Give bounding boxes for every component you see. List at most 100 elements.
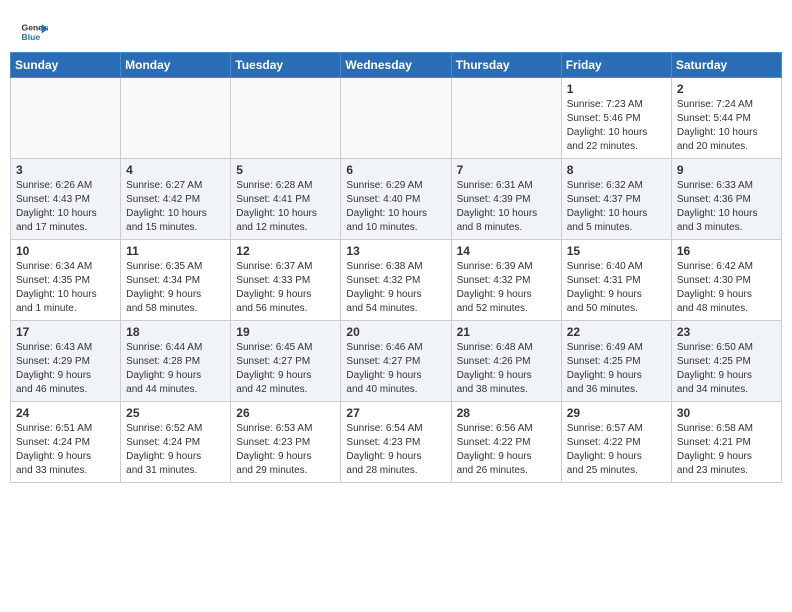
day-info: Sunrise: 6:49 AM Sunset: 4:25 PM Dayligh… (567, 341, 666, 397)
day-number: 8 (567, 163, 666, 177)
day-info: Sunrise: 6:42 AM Sunset: 4:30 PM Dayligh… (677, 260, 776, 316)
day-number: 5 (236, 163, 335, 177)
day-info: Sunrise: 6:40 AM Sunset: 4:31 PM Dayligh… (567, 260, 666, 316)
weekday-header-wednesday: Wednesday (341, 53, 451, 78)
calendar-table: SundayMondayTuesdayWednesdayThursdayFrid… (10, 52, 782, 483)
calendar-cell: 16 Sunrise: 6:42 AM Sunset: 4:30 PM Dayli… (671, 240, 781, 321)
week-row-1: 1 Sunrise: 7:23 AM Sunset: 5:46 PM Daylig… (11, 78, 782, 159)
day-number: 24 (16, 406, 115, 420)
day-info: Sunrise: 6:43 AM Sunset: 4:29 PM Dayligh… (16, 341, 115, 397)
day-info: Sunrise: 6:53 AM Sunset: 4:23 PM Dayligh… (236, 422, 335, 478)
calendar-cell: 19 Sunrise: 6:45 AM Sunset: 4:27 PM Dayli… (231, 321, 341, 402)
day-info: Sunrise: 6:54 AM Sunset: 4:23 PM Dayligh… (346, 422, 445, 478)
calendar-cell: 28 Sunrise: 6:56 AM Sunset: 4:22 PM Dayli… (451, 402, 561, 483)
day-info: Sunrise: 6:46 AM Sunset: 4:27 PM Dayligh… (346, 341, 445, 397)
day-number: 15 (567, 244, 666, 258)
logo-icon: General Blue (20, 18, 48, 46)
day-info: Sunrise: 6:51 AM Sunset: 4:24 PM Dayligh… (16, 422, 115, 478)
calendar-cell (11, 78, 121, 159)
logo: General Blue (20, 18, 48, 46)
calendar-cell: 4 Sunrise: 6:27 AM Sunset: 4:42 PM Daylig… (121, 159, 231, 240)
calendar-cell: 22 Sunrise: 6:49 AM Sunset: 4:25 PM Dayli… (561, 321, 671, 402)
week-row-2: 3 Sunrise: 6:26 AM Sunset: 4:43 PM Daylig… (11, 159, 782, 240)
weekday-header-sunday: Sunday (11, 53, 121, 78)
day-number: 12 (236, 244, 335, 258)
calendar-cell (121, 78, 231, 159)
day-number: 21 (457, 325, 556, 339)
weekday-header-saturday: Saturday (671, 53, 781, 78)
calendar-cell: 5 Sunrise: 6:28 AM Sunset: 4:41 PM Daylig… (231, 159, 341, 240)
day-number: 25 (126, 406, 225, 420)
day-info: Sunrise: 6:44 AM Sunset: 4:28 PM Dayligh… (126, 341, 225, 397)
day-info: Sunrise: 6:26 AM Sunset: 4:43 PM Dayligh… (16, 179, 115, 235)
day-info: Sunrise: 7:24 AM Sunset: 5:44 PM Dayligh… (677, 98, 776, 154)
day-number: 28 (457, 406, 556, 420)
weekday-header-friday: Friday (561, 53, 671, 78)
day-number: 19 (236, 325, 335, 339)
day-info: Sunrise: 6:31 AM Sunset: 4:39 PM Dayligh… (457, 179, 556, 235)
weekday-header-tuesday: Tuesday (231, 53, 341, 78)
day-info: Sunrise: 6:45 AM Sunset: 4:27 PM Dayligh… (236, 341, 335, 397)
calendar-cell: 27 Sunrise: 6:54 AM Sunset: 4:23 PM Dayli… (341, 402, 451, 483)
day-info: Sunrise: 6:34 AM Sunset: 4:35 PM Dayligh… (16, 260, 115, 316)
day-info: Sunrise: 6:29 AM Sunset: 4:40 PM Dayligh… (346, 179, 445, 235)
calendar-cell: 25 Sunrise: 6:52 AM Sunset: 4:24 PM Dayli… (121, 402, 231, 483)
day-number: 30 (677, 406, 776, 420)
day-info: Sunrise: 7:23 AM Sunset: 5:46 PM Dayligh… (567, 98, 666, 154)
weekday-header-monday: Monday (121, 53, 231, 78)
day-number: 11 (126, 244, 225, 258)
calendar-cell: 9 Sunrise: 6:33 AM Sunset: 4:36 PM Daylig… (671, 159, 781, 240)
calendar-cell (231, 78, 341, 159)
day-info: Sunrise: 6:32 AM Sunset: 4:37 PM Dayligh… (567, 179, 666, 235)
calendar-cell: 29 Sunrise: 6:57 AM Sunset: 4:22 PM Dayli… (561, 402, 671, 483)
day-number: 9 (677, 163, 776, 177)
day-number: 29 (567, 406, 666, 420)
day-info: Sunrise: 6:38 AM Sunset: 4:32 PM Dayligh… (346, 260, 445, 316)
day-number: 20 (346, 325, 445, 339)
calendar-cell: 21 Sunrise: 6:48 AM Sunset: 4:26 PM Dayli… (451, 321, 561, 402)
calendar-cell: 11Sunrise: 6:35 AM Sunset: 4:34 PM Dayli… (121, 240, 231, 321)
day-info: Sunrise: 6:50 AM Sunset: 4:25 PM Dayligh… (677, 341, 776, 397)
calendar-cell: 12 Sunrise: 6:37 AM Sunset: 4:33 PM Dayli… (231, 240, 341, 321)
day-number: 6 (346, 163, 445, 177)
calendar-cell: 23Sunrise: 6:50 AM Sunset: 4:25 PM Dayli… (671, 321, 781, 402)
calendar-cell: 13 Sunrise: 6:38 AM Sunset: 4:32 PM Dayli… (341, 240, 451, 321)
day-number: 3 (16, 163, 115, 177)
calendar-cell (451, 78, 561, 159)
weekday-header-row: SundayMondayTuesdayWednesdayThursdayFrid… (11, 53, 782, 78)
day-info: Sunrise: 6:52 AM Sunset: 4:24 PM Dayligh… (126, 422, 225, 478)
page-header: General Blue (10, 10, 782, 52)
day-number: 16 (677, 244, 776, 258)
day-info: Sunrise: 6:58 AM Sunset: 4:21 PM Dayligh… (677, 422, 776, 478)
week-row-3: 10 Sunrise: 6:34 AM Sunset: 4:35 PM Dayli… (11, 240, 782, 321)
day-number: 7 (457, 163, 556, 177)
calendar-cell: 20 Sunrise: 6:46 AM Sunset: 4:27 PM Dayli… (341, 321, 451, 402)
day-number: 13 (346, 244, 445, 258)
day-number: 2 (677, 82, 776, 96)
calendar-cell: 3 Sunrise: 6:26 AM Sunset: 4:43 PM Daylig… (11, 159, 121, 240)
calendar-cell: 1 Sunrise: 7:23 AM Sunset: 5:46 PM Daylig… (561, 78, 671, 159)
day-number: 1 (567, 82, 666, 96)
day-number: 10 (16, 244, 115, 258)
day-info: Sunrise: 6:28 AM Sunset: 4:41 PM Dayligh… (236, 179, 335, 235)
day-info: Sunrise: 6:56 AM Sunset: 4:22 PM Dayligh… (457, 422, 556, 478)
calendar-cell (341, 78, 451, 159)
calendar-cell: 24 Sunrise: 6:51 AM Sunset: 4:24 PM Dayli… (11, 402, 121, 483)
calendar-cell: 15 Sunrise: 6:40 AM Sunset: 4:31 PM Dayli… (561, 240, 671, 321)
calendar-cell: 14Sunrise: 6:39 AM Sunset: 4:32 PM Dayli… (451, 240, 561, 321)
day-info: Sunrise: 6:37 AM Sunset: 4:33 PM Dayligh… (236, 260, 335, 316)
day-info: Sunrise: 6:48 AM Sunset: 4:26 PM Dayligh… (457, 341, 556, 397)
day-info: Sunrise: 6:57 AM Sunset: 4:22 PM Dayligh… (567, 422, 666, 478)
day-number: 22 (567, 325, 666, 339)
day-number: 4 (126, 163, 225, 177)
calendar-cell: 2 Sunrise: 7:24 AM Sunset: 5:44 PM Daylig… (671, 78, 781, 159)
day-number: 27 (346, 406, 445, 420)
calendar-cell: 6 Sunrise: 6:29 AM Sunset: 4:40 PM Daylig… (341, 159, 451, 240)
week-row-5: 24 Sunrise: 6:51 AM Sunset: 4:24 PM Dayli… (11, 402, 782, 483)
day-info: Sunrise: 6:33 AM Sunset: 4:36 PM Dayligh… (677, 179, 776, 235)
svg-text:Blue: Blue (22, 32, 41, 42)
calendar-cell: 30 Sunrise: 6:58 AM Sunset: 4:21 PM Dayli… (671, 402, 781, 483)
day-info: Sunrise: 6:27 AM Sunset: 4:42 PM Dayligh… (126, 179, 225, 235)
day-number: 18 (126, 325, 225, 339)
day-info: Sunrise: 6:39 AM Sunset: 4:32 PM Dayligh… (457, 260, 556, 316)
